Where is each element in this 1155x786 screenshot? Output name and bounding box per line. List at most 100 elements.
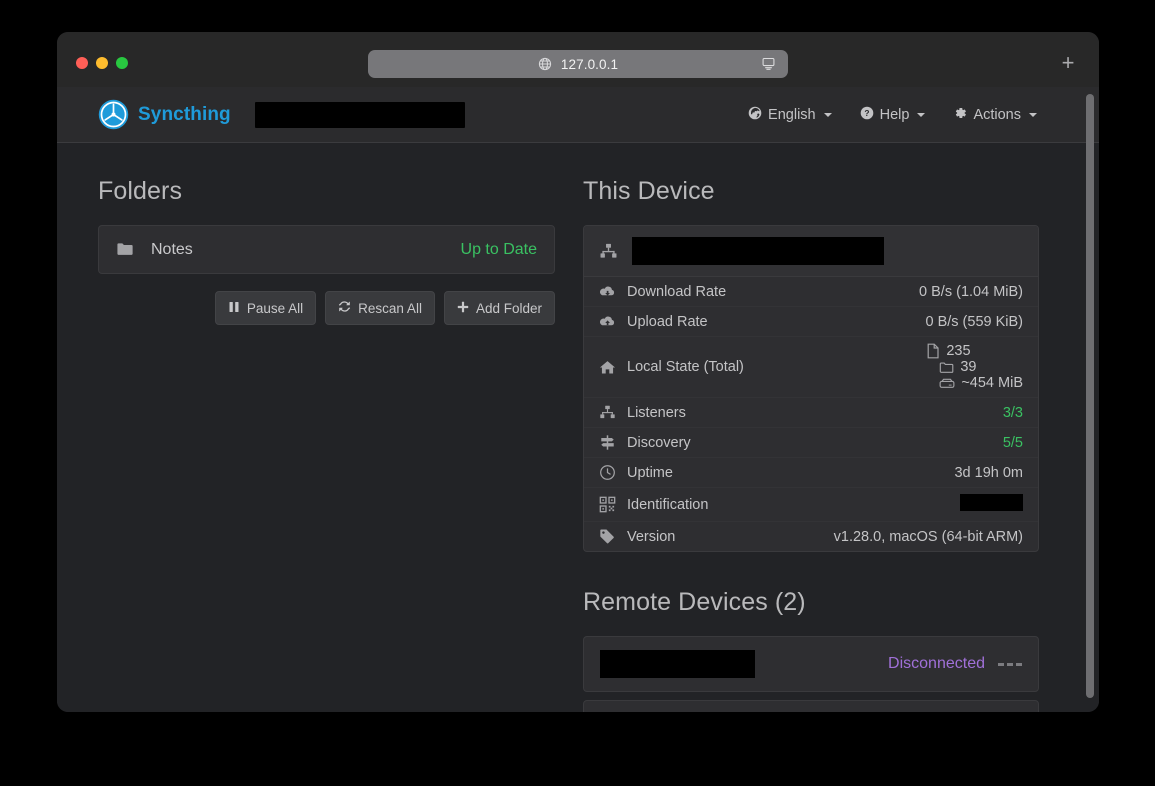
navbar-links: English ? Help xyxy=(748,106,1075,124)
new-tab-button[interactable]: + xyxy=(1054,49,1082,77)
device-row-value: 0 B/s (1.04 MiB) xyxy=(919,284,1023,300)
pause-all-label: Pause All xyxy=(247,301,303,316)
nav-link-language-label: English xyxy=(768,107,816,123)
svg-text:?: ? xyxy=(864,108,869,118)
remote-device-item[interactable]: Disconnected (Inactive) xyxy=(583,700,1039,712)
file-icon xyxy=(926,343,940,359)
device-row-label: Discovery xyxy=(627,435,691,451)
status-dots-icon xyxy=(998,663,1022,666)
device-row-value: 3d 19h 0m xyxy=(954,465,1023,481)
plus-icon xyxy=(457,301,469,316)
folder-actions: Pause All Rescan All xyxy=(98,291,555,325)
add-folder-button[interactable]: Add Folder xyxy=(444,291,555,325)
folders-heading: Folders xyxy=(98,177,555,206)
local-state-folders-count: 39 xyxy=(960,359,976,375)
question-circle-icon: ? xyxy=(860,106,874,124)
gear-icon xyxy=(953,106,967,124)
globe-icon xyxy=(748,106,762,124)
cloud-upload-icon xyxy=(599,313,616,330)
maximize-window-button[interactable] xyxy=(116,57,128,69)
device-row-uptime: Uptime 3d 19h 0m xyxy=(584,458,1038,488)
refresh-icon xyxy=(338,300,351,316)
this-device-name-redacted xyxy=(632,237,884,265)
sitemap-icon xyxy=(599,404,616,421)
scrollbar-thumb[interactable] xyxy=(1086,94,1094,698)
browser-window: 127.0.0.1 + xyxy=(57,32,1099,712)
remote-device-item[interactable]: Disconnected xyxy=(583,636,1039,692)
brand[interactable]: Syncthing xyxy=(98,99,231,130)
local-state-size-value: ~454 MiB xyxy=(961,375,1023,391)
devices-column: This Device xyxy=(583,177,1039,712)
page-viewport: Syncthing English xyxy=(57,87,1099,712)
remote-devices-heading: Remote Devices (2) xyxy=(583,588,1039,617)
globe-icon xyxy=(538,57,552,71)
device-row-label: Identification xyxy=(627,497,708,513)
device-row-value: v1.28.0, macOS (64-bit ARM) xyxy=(834,529,1023,545)
address-bar[interactable]: 127.0.0.1 xyxy=(368,50,788,78)
device-row-version: Version v1.28.0, macOS (64-bit ARM) xyxy=(584,522,1038,551)
folder-outline-icon xyxy=(939,360,954,375)
qrcode-icon xyxy=(599,496,616,513)
page-scrollbar[interactable] xyxy=(1086,94,1094,698)
device-row-label: Version xyxy=(627,529,675,545)
screen-share-icon[interactable] xyxy=(761,56,776,71)
this-device-heading: This Device xyxy=(583,177,1039,206)
nav-link-actions-label: Actions xyxy=(973,107,1021,123)
remote-device-status: Disconnected xyxy=(888,655,1022,673)
folder-icon xyxy=(116,240,135,259)
nav-link-language[interactable]: English xyxy=(748,106,832,124)
nav-link-actions[interactable]: Actions xyxy=(953,106,1037,124)
device-row-value: 0 B/s (559 KiB) xyxy=(925,314,1023,330)
navbar-device-name-redacted xyxy=(255,102,465,128)
device-row-label: Upload Rate xyxy=(627,314,708,330)
local-state-files: 235 xyxy=(926,343,1023,359)
device-row-value: 3/3 xyxy=(1003,405,1023,421)
close-window-button[interactable] xyxy=(76,57,88,69)
add-folder-label: Add Folder xyxy=(476,301,542,316)
device-row-identification: Identification xyxy=(584,488,1038,522)
device-row-local-state: Local State (Total) 235 xyxy=(584,337,1038,398)
app-navbar: Syncthing English xyxy=(57,87,1099,143)
minimize-window-button[interactable] xyxy=(96,57,108,69)
pause-all-button[interactable]: Pause All xyxy=(215,291,316,325)
folder-status: Up to Date xyxy=(461,241,537,259)
device-row-upload-rate: Upload Rate 0 B/s (559 KiB) xyxy=(584,307,1038,337)
cloud-download-icon xyxy=(599,283,616,300)
rescan-all-label: Rescan All xyxy=(358,301,422,316)
device-row-label: Listeners xyxy=(627,405,686,421)
folder-name: Notes xyxy=(151,241,193,259)
folder-list: Notes Up to Date xyxy=(98,225,555,274)
window-traffic-lights xyxy=(76,57,128,69)
remote-device-status-label: Disconnected xyxy=(888,655,985,673)
nav-link-help[interactable]: ? Help xyxy=(860,106,926,124)
local-state-size: ~454 MiB xyxy=(939,375,1023,391)
this-device-panel: Download Rate 0 B/s (1.04 MiB) xyxy=(583,225,1039,552)
home-icon xyxy=(599,359,616,376)
rescan-all-button[interactable]: Rescan All xyxy=(325,291,435,325)
address-bar-url: 127.0.0.1 xyxy=(561,57,618,72)
nav-link-help-label: Help xyxy=(880,107,910,123)
this-device-header[interactable] xyxy=(584,226,1038,277)
local-state-folders: 39 xyxy=(939,359,1023,375)
device-row-value: 5/5 xyxy=(1003,435,1023,451)
device-row-listeners: Listeners 3/3 xyxy=(584,398,1038,428)
remote-device-list: Disconnected Disconnected (Inactive) xyxy=(583,636,1039,712)
folders-column: Folders Notes Up to Date xyxy=(98,177,555,712)
main-content: Folders Notes Up to Date xyxy=(57,143,1099,712)
syncthing-logo-icon xyxy=(98,99,129,130)
device-row-label: Download Rate xyxy=(627,284,726,300)
device-row-value: 235 39 xyxy=(926,343,1023,391)
chevron-down-icon xyxy=(917,113,925,117)
device-row-label: Local State (Total) xyxy=(627,359,744,375)
local-state-files-count: 235 xyxy=(946,343,970,359)
device-row-download-rate: Download Rate 0 B/s (1.04 MiB) xyxy=(584,277,1038,307)
device-row-label: Uptime xyxy=(627,465,673,481)
folder-item-notes[interactable]: Notes Up to Date xyxy=(99,226,554,273)
device-row-value xyxy=(960,494,1023,515)
device-row-discovery: Discovery 5/5 xyxy=(584,428,1038,458)
identification-redacted xyxy=(960,494,1023,511)
brand-name: Syncthing xyxy=(138,104,231,126)
clock-icon xyxy=(599,464,616,481)
pause-icon xyxy=(228,301,240,316)
signpost-icon xyxy=(599,434,616,451)
